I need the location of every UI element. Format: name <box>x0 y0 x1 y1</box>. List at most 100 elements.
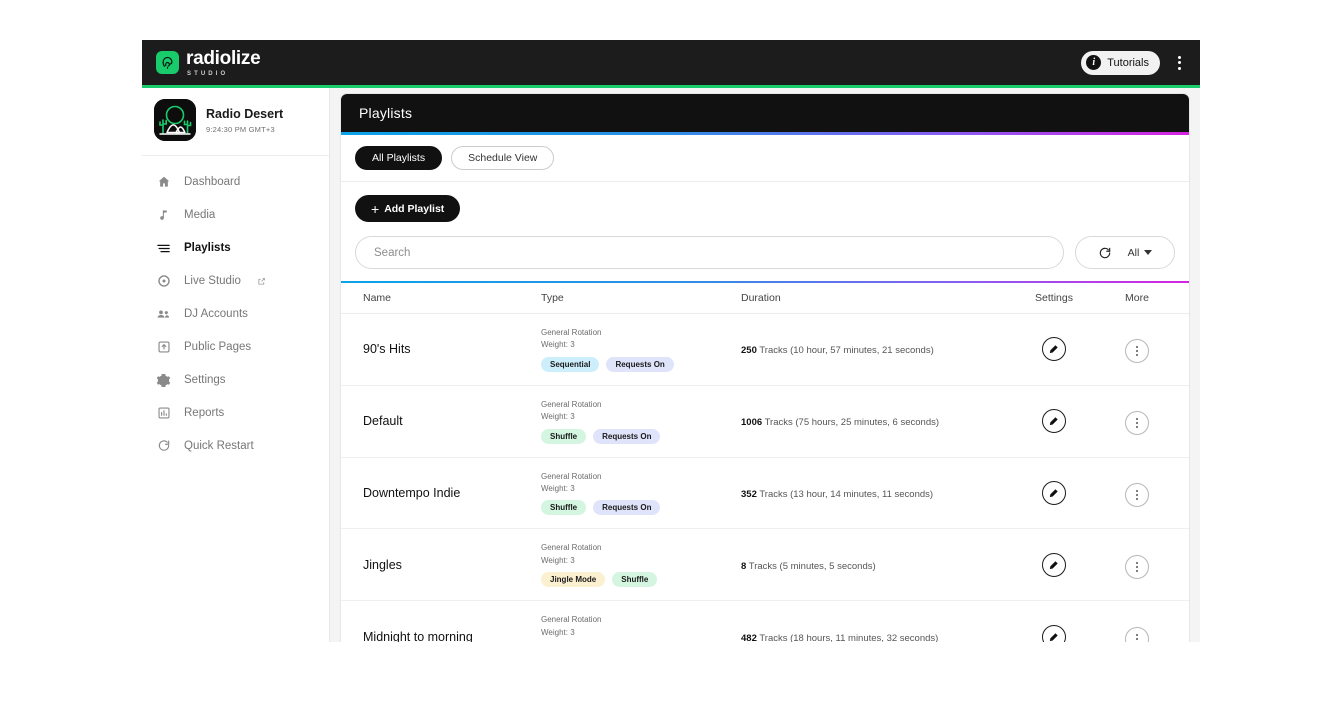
top-bar: radiolize STUDIO i Tutorials <box>142 40 1200 88</box>
search-input[interactable] <box>374 246 1045 259</box>
badge-group: Jingle Mode Shuffle <box>541 572 741 588</box>
station-card[interactable]: Radio Desert 9:24:30 PM GMT+3 <box>142 95 329 156</box>
cell-settings <box>1011 529 1097 601</box>
record-disc-icon <box>156 274 171 289</box>
cell-more <box>1097 314 1177 386</box>
badge: Shuffle <box>612 572 658 588</box>
add-playlist-label: Add Playlist <box>384 202 445 215</box>
sidebar-item-live-studio[interactable]: Live Studio <box>142 265 329 297</box>
type-weight: Weight: 3 <box>541 555 575 565</box>
add-playlist-button[interactable]: + Add Playlist <box>355 195 461 222</box>
table-row[interactable]: Jingles General Rotation Weight: 3 Jingl… <box>341 529 1189 601</box>
cell-more <box>1097 457 1177 529</box>
sidebar-label: Public Pages <box>184 341 252 353</box>
cell-delete <box>1177 529 1189 601</box>
external-link-icon <box>257 277 266 286</box>
gear-icon <box>156 373 171 388</box>
bar-chart-icon <box>156 406 171 421</box>
cell-duration: 8 Tracks (5 minutes, 5 seconds) <box>741 529 1011 601</box>
brand-logo[interactable]: radiolize STUDIO <box>156 47 261 77</box>
badge: Jingle Mode <box>541 572 606 588</box>
cell-duration: 250 Tracks (10 hour, 57 minutes, 21 seco… <box>741 314 1011 386</box>
badge: Requests On <box>606 356 674 372</box>
sidebar-item-dashboard[interactable]: Dashboard <box>142 166 329 198</box>
sidebar-item-dj-accounts[interactable]: DJ Accounts <box>142 298 329 330</box>
cell-playlist-name: Downtempo Indie <box>363 485 461 500</box>
sidebar-label: Media <box>184 209 216 221</box>
playlists-table: Name Type Duration Settings More Delete … <box>341 283 1189 642</box>
vertical-dots-icon[interactable] <box>1125 482 1149 507</box>
cell-settings <box>1011 385 1097 457</box>
table-row[interactable]: Default General Rotation Weight: 3 Shuff… <box>341 385 1189 458</box>
cell-playlist-name: Midnight to morning <box>363 629 473 642</box>
column-header-name[interactable]: Name <box>341 283 541 314</box>
table-body: 90's Hits General Rotation Weight: 3 Seq… <box>341 314 1189 642</box>
cell-type: General Rotation Weight: 3 ShuffleReques… <box>541 601 741 642</box>
cell-type: General Rotation Weight: 3 Sequential Req… <box>541 314 741 386</box>
refresh-icon[interactable] <box>1098 246 1112 260</box>
pencil-edit-icon[interactable] <box>1042 337 1066 362</box>
duration-text: Tracks (13 hour, 14 minutes, 11 seconds) <box>759 488 934 500</box>
sidebar-label: Quick Restart <box>184 440 254 452</box>
cell-type: General Rotation Weight: 3 Jingle Mode Sh… <box>541 529 741 601</box>
restart-icon <box>156 439 171 454</box>
sidebar-item-playlists[interactable]: Playlists <box>142 232 329 264</box>
tutorials-label: Tutorials <box>1107 56 1149 69</box>
home-icon <box>156 175 171 190</box>
pencil-edit-icon[interactable] <box>1042 480 1066 505</box>
filter-control[interactable]: All <box>1075 236 1175 269</box>
vertical-dots-icon[interactable] <box>1125 554 1149 579</box>
table-row[interactable]: Downtempo Indie General Rotation Weight:… <box>341 457 1189 529</box>
sidebar-item-media[interactable]: Media <box>142 199 329 231</box>
sidebar-item-quick-restart[interactable]: Quick Restart <box>142 430 329 462</box>
playlist-lines-icon <box>156 241 171 256</box>
vertical-dots-icon[interactable] <box>1125 626 1149 642</box>
kebab-menu-icon[interactable] <box>1170 51 1188 75</box>
type-weight: Weight: 3 <box>541 340 575 350</box>
column-header-type[interactable]: Type <box>541 283 741 314</box>
duration-count: 250 <box>741 345 757 357</box>
type-source: General Rotation <box>541 399 602 409</box>
table-row[interactable]: Midnight to morning General Rotation Wei… <box>341 601 1189 642</box>
cell-type: General Rotation Weight: 3 ShuffleReques… <box>541 457 741 529</box>
sidebar-label: Reports <box>184 407 225 419</box>
duration-count: 1006 <box>741 417 763 429</box>
type-source: General Rotation <box>541 543 602 553</box>
vertical-dots-icon[interactable] <box>1125 339 1149 364</box>
brand-name: radiolize <box>186 47 261 69</box>
type-weight: Weight: 3 <box>541 483 575 493</box>
pencil-edit-icon[interactable] <box>1042 552 1066 577</box>
sidebar-label: Dashboard <box>184 176 241 188</box>
playlists-card: Playlists All Playlists Schedule View + … <box>340 93 1190 642</box>
cell-more <box>1097 601 1177 642</box>
column-header-more: More <box>1097 283 1177 314</box>
vertical-dots-icon[interactable] <box>1125 411 1149 436</box>
pencil-edit-icon[interactable] <box>1042 409 1066 434</box>
tab-schedule-view[interactable]: Schedule View <box>451 146 555 170</box>
sidebar-label: Settings <box>184 374 226 386</box>
music-note-icon <box>156 208 171 223</box>
search-box[interactable] <box>355 236 1064 269</box>
badge: Requests On <box>593 428 661 444</box>
duration-text: Tracks (75 hours, 25 minutes, 6 seconds) <box>764 417 940 429</box>
table-row[interactable]: 90's Hits General Rotation Weight: 3 Seq… <box>341 314 1189 386</box>
tab-all-playlists[interactable]: All Playlists <box>355 146 443 170</box>
column-header-settings: Settings <box>1011 283 1097 314</box>
main-content: Playlists All Playlists Schedule View + … <box>330 85 1200 642</box>
column-header-duration[interactable]: Duration <box>741 283 1011 314</box>
sidebar-item-settings[interactable]: Settings <box>142 364 329 396</box>
cell-settings <box>1011 457 1097 529</box>
pencil-edit-icon[interactable] <box>1042 624 1066 642</box>
sidebar-label: DJ Accounts <box>184 308 248 320</box>
view-tabs: All Playlists Schedule View <box>341 135 1189 182</box>
type-weight: Weight: 3 <box>541 412 575 422</box>
ear-headphone-icon <box>156 51 179 74</box>
badge: Sequential <box>541 356 600 372</box>
table-head: Name Type Duration Settings More Delete <box>341 283 1189 314</box>
tutorials-button[interactable]: i Tutorials <box>1081 50 1160 75</box>
sidebar-item-public-pages[interactable]: Public Pages <box>142 331 329 363</box>
sidebar-item-reports[interactable]: Reports <box>142 397 329 429</box>
cell-more <box>1097 529 1177 601</box>
badge: Shuffle <box>541 500 587 516</box>
filter-value-wrap[interactable]: All <box>1128 247 1153 259</box>
